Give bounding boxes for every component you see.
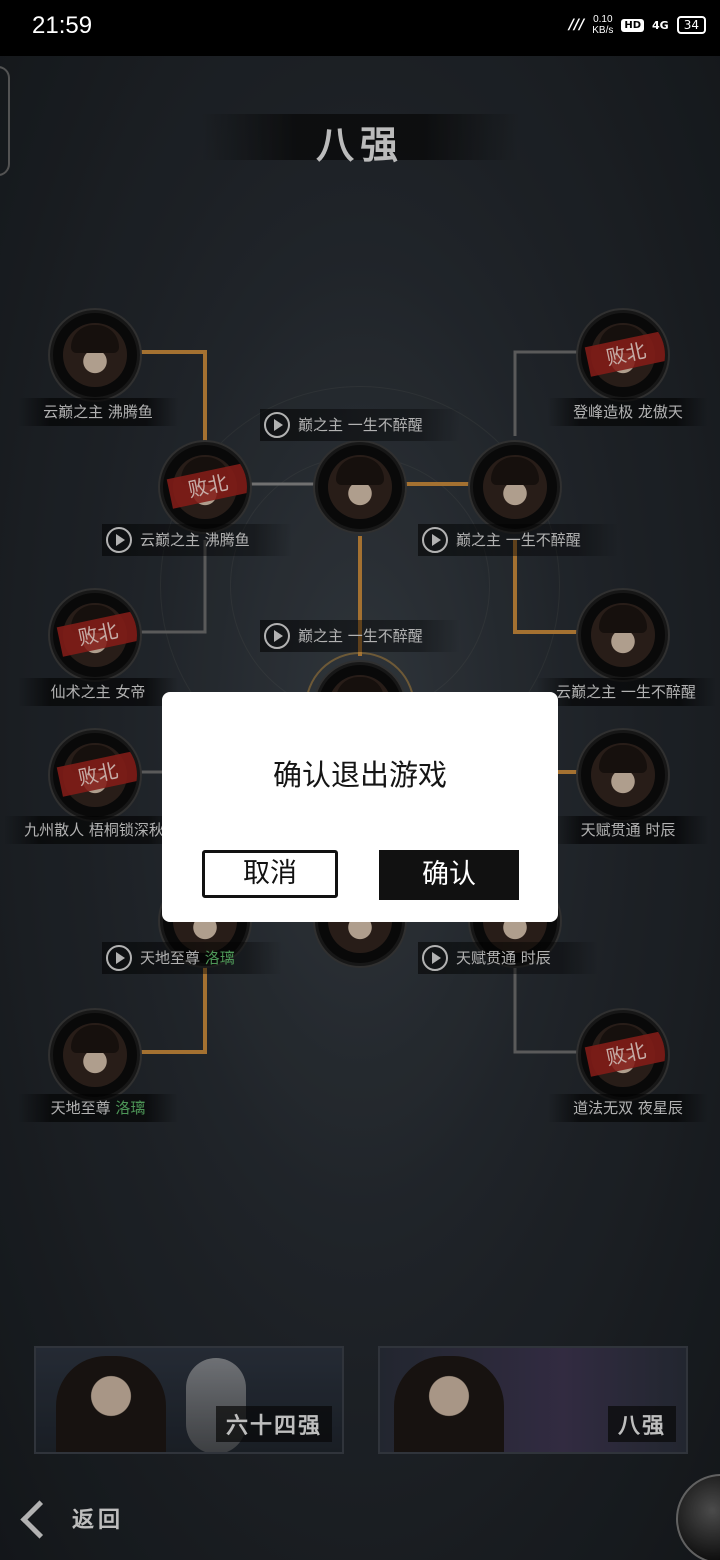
status-icons: /// 0.10 KB/s HD 4G 34 [569,14,706,36]
cancel-button[interactable]: 取消 [202,850,338,898]
status-time: 21:59 [32,12,93,39]
network-speed: 0.10 KB/s [592,14,613,36]
network-speed-unit: KB/s [592,25,614,36]
exit-confirm-dialog: 确认退出游戏 取消 确认 [162,692,558,922]
dialog-title: 确认退出游戏 [272,758,447,792]
signal-strength-icon: /// [568,17,585,33]
network-speed-value: 0.10 [593,14,613,25]
hd-badge: HD [621,18,645,32]
battery-icon: 34 [676,16,706,34]
cellular-4g-icon: 4G [652,18,669,32]
confirm-button[interactable]: 确认 [379,850,519,900]
status-bar: 21:59 /// 0.10 KB/s HD 4G 34 [0,0,720,56]
